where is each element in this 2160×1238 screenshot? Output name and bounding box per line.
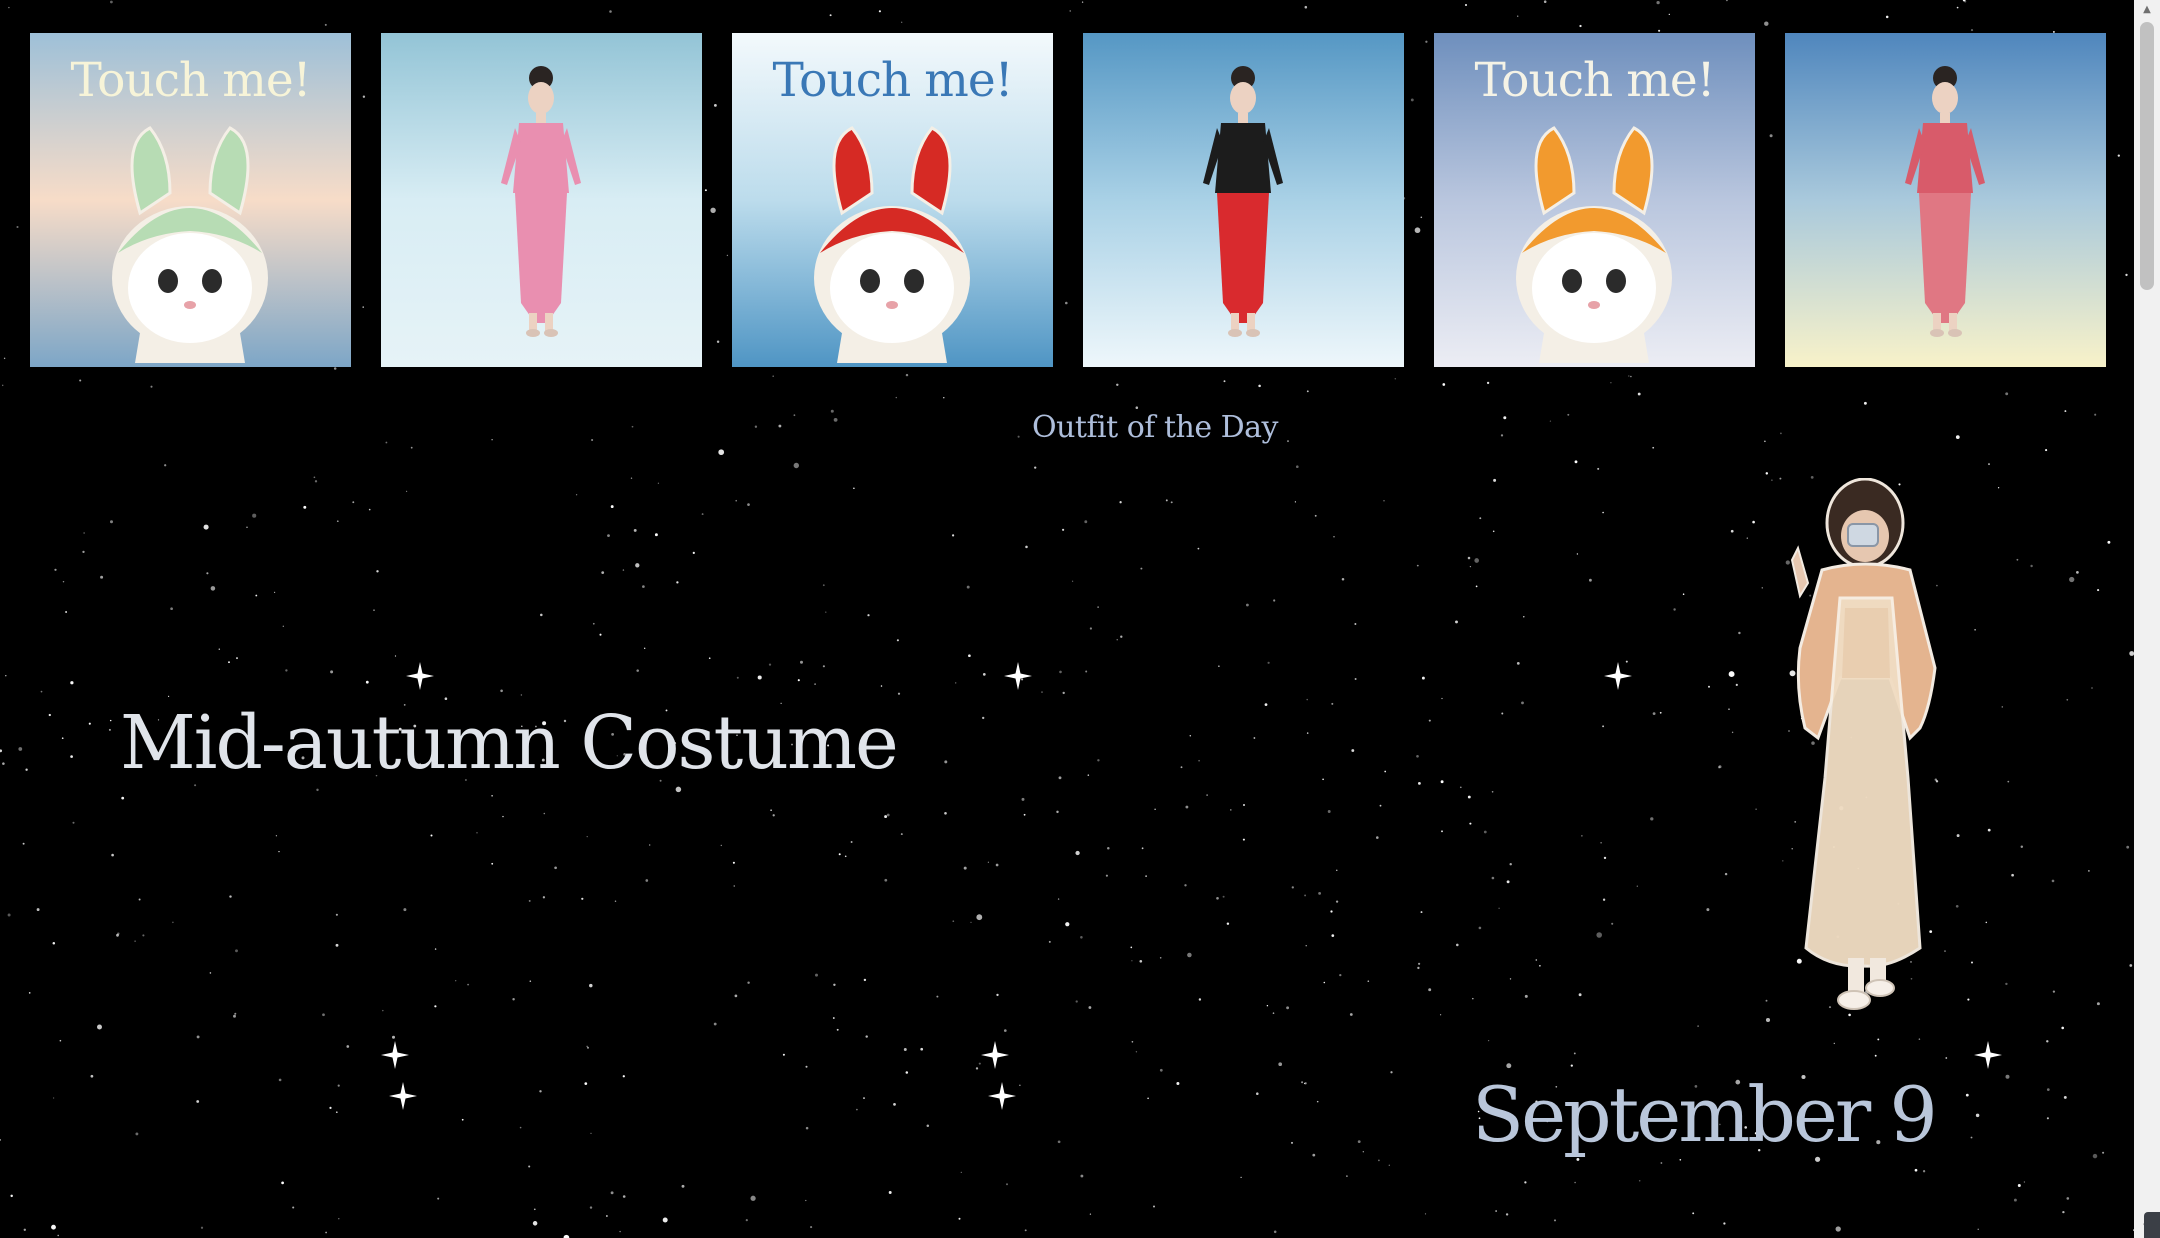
model-red-gingham-dress-image	[1905, 66, 1985, 337]
vertical-scrollbar[interactable]: ▲ ▼	[2134, 0, 2160, 1238]
card-label: Touch me!	[772, 53, 1013, 108]
page: Touch me! Touch me! Touch me! Outfit of …	[0, 0, 2160, 1238]
page-title: Mid-autumn Costume	[120, 700, 899, 786]
model-black-top-red-pants-image	[1203, 66, 1283, 337]
gallery-card-model-gingham-dress[interactable]	[1785, 33, 2106, 367]
scrollbar-thumb[interactable]	[2140, 22, 2154, 290]
gallery-card-cat-orange-bunny[interactable]: Touch me!	[1434, 33, 1755, 367]
section-subtitle: Outfit of the Day	[1031, 410, 1279, 445]
card-label: Touch me!	[1474, 53, 1715, 108]
outfit-photo	[1790, 478, 1937, 1010]
corner-widget-icon[interactable]	[2144, 1212, 2160, 1238]
scroll-up-arrow-icon[interactable]: ▲	[2134, 0, 2160, 20]
card-label: Touch me!	[70, 53, 311, 108]
gallery-card-model-red-pants[interactable]	[1083, 33, 1404, 367]
model-pink-tweed-dress-image	[501, 66, 581, 337]
gallery-card-cat-crab-hat[interactable]: Touch me!	[732, 33, 1053, 367]
date-label: September 9	[1472, 1070, 1938, 1159]
gallery-card-cat-green-bunny[interactable]: Touch me!	[30, 33, 351, 367]
gallery-card-model-pink-dress[interactable]	[381, 33, 702, 367]
